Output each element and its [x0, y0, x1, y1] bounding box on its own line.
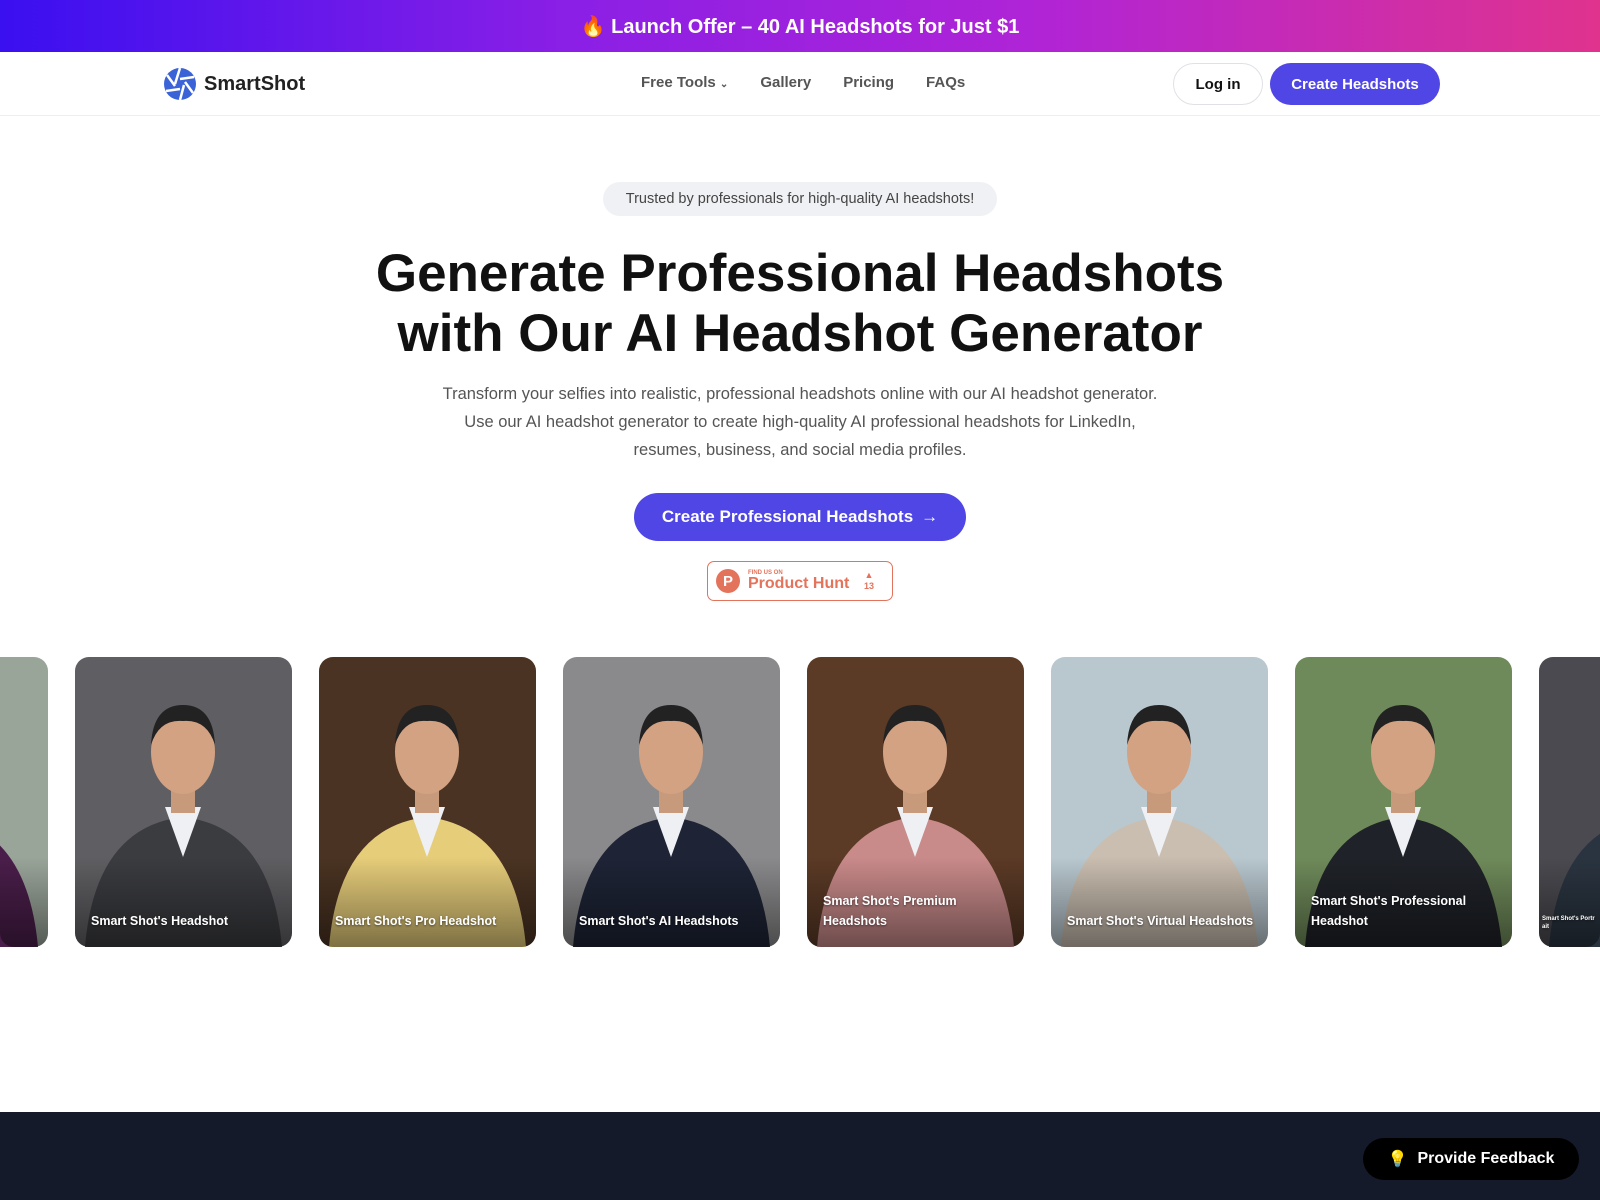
nav-pricing[interactable]: Pricing — [843, 74, 894, 91]
caption-shade — [75, 857, 292, 947]
headshot-card[interactable]: Smart Shot's Professional Headshot — [1295, 657, 1512, 947]
ph-name: Product Hunt — [748, 575, 850, 592]
shutter-logo-icon — [164, 67, 196, 101]
login-button[interactable]: Log in — [1173, 63, 1263, 105]
headshot-caption: Smart Shot's Professional Headshot — [1311, 894, 1467, 928]
promo-text: 🔥 Launch Offer – 40 AI Headshots for Jus… — [580, 15, 1020, 38]
feedback-label: Provide Feedback — [1417, 1150, 1555, 1167]
title-line-1: Generate Professional Headshots — [375, 244, 1225, 303]
headshot-card[interactable]: Smart Shot's Virtual Headshots — [1051, 657, 1268, 947]
headshot-card[interactable]: Smart Shot's Premium Headshots — [807, 657, 1024, 947]
headshot-caption: Smart Shot's Headshot — [91, 914, 229, 928]
nav-faqs[interactable]: FAQs — [926, 74, 965, 91]
lightbulb-icon: 💡 — [1387, 1151, 1408, 1168]
hero-subtitle: Transform your selfies into realistic, p… — [442, 385, 1158, 459]
headshot-carousel[interactable]: Smart Shot's Headshot Smart Shot's Pro He… — [0, 657, 1600, 947]
nav-gallery[interactable]: Gallery — [760, 74, 811, 91]
promo-banner[interactable]: 🔥 Launch Offer – 40 AI Headshots for Jus… — [0, 0, 1600, 52]
product-hunt-badge[interactable]: P FIND US ON Product Hunt ▲ 13 — [707, 561, 893, 601]
create-professional-headshots-button[interactable]: Create Professional Headshots → — [634, 493, 966, 541]
page-title: Generate Professional Headshots with Our … — [0, 244, 1600, 364]
caption-shade — [319, 857, 536, 947]
arrow-right-icon: → — [921, 507, 939, 526]
top-nav: SmartShot Free Tools ⌄ Gallery Pricing F… — [0, 52, 1600, 116]
product-hunt-logo-icon: P — [716, 569, 740, 593]
caption-shade — [1539, 857, 1600, 947]
nav-free-tools[interactable]: Free Tools ⌄ — [641, 74, 728, 91]
headshot-caption: Smart Shot's Portrait — [1542, 916, 1595, 930]
main-menu: Free Tools ⌄ Gallery Pricing FAQs — [641, 74, 965, 91]
chevron-down-icon: ⌄ — [719, 79, 729, 90]
headshot-caption: Smart Shot's AI Headshots — [579, 914, 739, 928]
headshot-caption: Smart Shot's Pro Headshot — [335, 914, 497, 928]
headshot-card[interactable]: Smart Shot's Pro Headshot — [319, 657, 536, 947]
upvote-icon: ▲ — [864, 570, 874, 580]
nav-free-tools-label: Free Tools — [641, 74, 716, 91]
caption-shade — [1051, 857, 1268, 947]
headshot-caption: Smart Shot's Premium Headshots — [823, 894, 957, 928]
trust-badge: Trusted by professionals for high-qualit… — [603, 182, 997, 216]
title-line-2: with Our AI Headshot Generator — [397, 304, 1203, 363]
cta-label: Create Professional Headshots — [661, 507, 914, 526]
caption-shade — [563, 857, 780, 947]
provide-feedback-button[interactable]: 💡 Provide Feedback — [1363, 1138, 1579, 1180]
headshot-card[interactable] — [0, 657, 48, 947]
headshot-caption: Smart Shot's Virtual Headshots — [1067, 914, 1254, 928]
footer — [0, 1112, 1600, 1200]
create-headshots-button[interactable]: Create Headshots — [1270, 63, 1440, 105]
headshot-card[interactable]: Smart Shot's AI Headshots — [563, 657, 780, 947]
logo[interactable]: SmartShot — [163, 67, 305, 101]
headshot-card[interactable]: Smart Shot's Headshot — [75, 657, 292, 947]
caption-shade — [0, 857, 48, 947]
brand-name: SmartShot — [204, 72, 306, 95]
headshot-card[interactable]: Smart Shot's Portrait — [1539, 657, 1600, 947]
ph-votes: 13 — [863, 581, 874, 591]
